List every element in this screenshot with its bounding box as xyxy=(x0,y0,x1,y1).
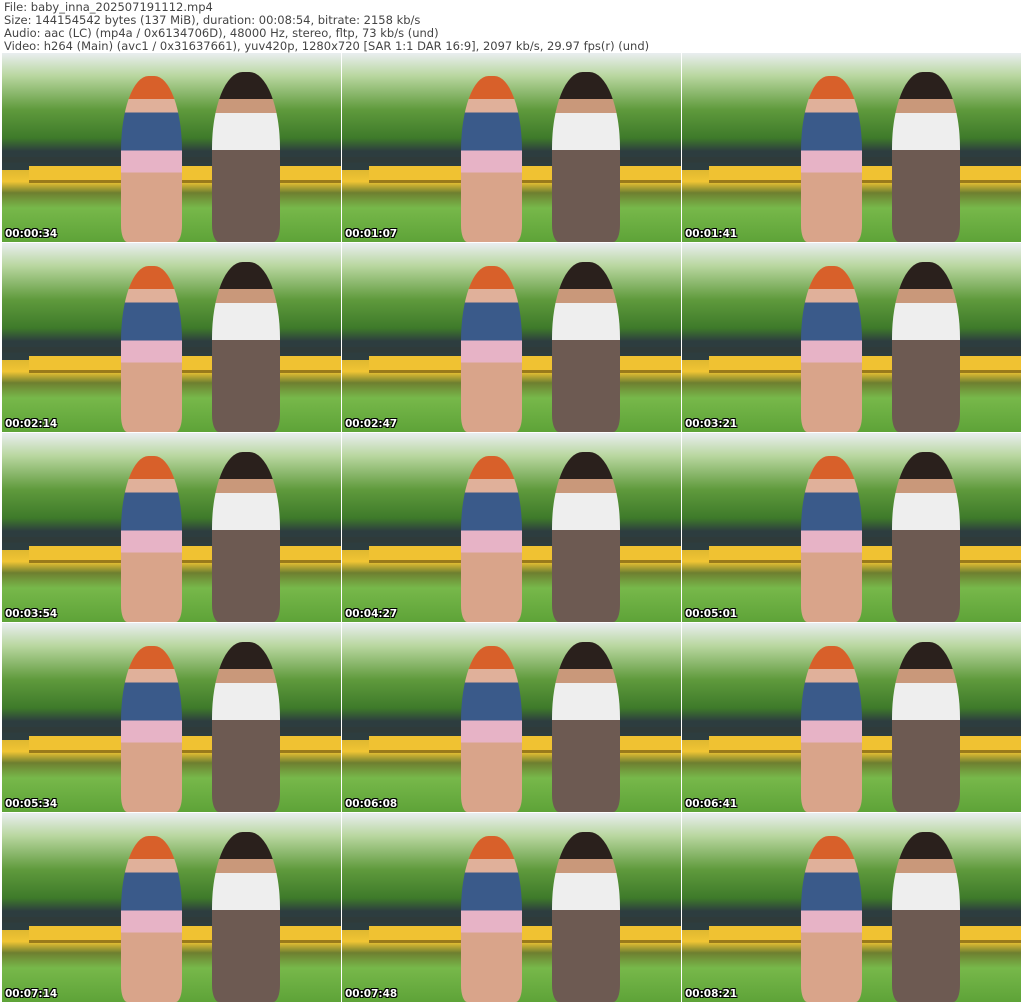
person xyxy=(120,835,182,1002)
person xyxy=(552,451,620,622)
timestamp: 00:03:54 xyxy=(5,608,58,620)
person xyxy=(892,71,960,242)
timestamp: 00:07:14 xyxy=(5,988,58,1000)
timestamp: 00:07:48 xyxy=(345,988,398,1000)
video-thumbnail: 00:04:27 xyxy=(342,433,681,622)
bench xyxy=(709,356,1021,374)
person xyxy=(552,71,620,242)
person xyxy=(800,835,862,1002)
timestamp: 00:08:21 xyxy=(685,988,738,1000)
timestamp: 00:03:21 xyxy=(685,418,738,430)
video-thumbnail: 00:01:41 xyxy=(682,53,1021,242)
video-thumbnail: 00:07:48 xyxy=(342,813,681,1002)
person xyxy=(800,455,862,622)
person xyxy=(212,451,280,622)
person xyxy=(212,71,280,242)
person xyxy=(552,261,620,432)
bench xyxy=(709,736,1021,754)
bench xyxy=(29,926,341,944)
bench xyxy=(369,166,681,184)
timestamp: 00:06:41 xyxy=(685,798,738,810)
timestamp: 00:00:34 xyxy=(5,228,58,240)
video-thumbnail: 00:06:08 xyxy=(342,623,681,812)
person xyxy=(120,265,182,432)
file-info-header: File: baby_inna_202507191112.mp4 Size: 1… xyxy=(4,1,649,53)
video-thumbnail: 00:05:34 xyxy=(2,623,341,812)
bench xyxy=(709,546,1021,564)
bench xyxy=(709,166,1021,184)
person xyxy=(120,75,182,242)
person xyxy=(212,641,280,812)
person xyxy=(892,261,960,432)
person xyxy=(460,835,522,1002)
person xyxy=(800,75,862,242)
bench xyxy=(369,356,681,374)
video-thumbnail: 00:00:34 xyxy=(2,53,341,242)
timestamp: 00:01:07 xyxy=(345,228,398,240)
video-info: Video: h264 (Main) (avc1 / 0x31637661), … xyxy=(4,39,650,53)
timestamp: 00:04:27 xyxy=(345,608,398,620)
video-thumbnail: 00:07:14 xyxy=(2,813,341,1002)
person xyxy=(800,265,862,432)
person xyxy=(552,641,620,812)
person xyxy=(552,831,620,1002)
video-thumbnail: 00:08:21 xyxy=(682,813,1021,1002)
person xyxy=(120,645,182,812)
person xyxy=(460,265,522,432)
bench xyxy=(29,736,341,754)
person xyxy=(800,645,862,812)
person xyxy=(120,455,182,622)
bench xyxy=(29,546,341,564)
video-thumbnail: 00:06:41 xyxy=(682,623,1021,812)
timestamp: 00:05:34 xyxy=(5,798,58,810)
person xyxy=(212,261,280,432)
timestamp: 00:02:14 xyxy=(5,418,58,430)
bench xyxy=(709,926,1021,944)
bench xyxy=(29,356,341,374)
video-thumbnail: 00:02:14 xyxy=(2,243,341,432)
timestamp: 00:05:01 xyxy=(685,608,738,620)
bench xyxy=(369,736,681,754)
bench xyxy=(369,926,681,944)
video-thumbnail: 00:01:07 xyxy=(342,53,681,242)
person xyxy=(460,645,522,812)
timestamp: 00:01:41 xyxy=(685,228,738,240)
bench xyxy=(369,546,681,564)
person xyxy=(460,455,522,622)
video-thumbnail: 00:02:47 xyxy=(342,243,681,432)
timestamp: 00:06:08 xyxy=(345,798,398,810)
person xyxy=(892,451,960,622)
bench xyxy=(29,166,341,184)
person xyxy=(212,831,280,1002)
video-thumbnail: 00:03:21 xyxy=(682,243,1021,432)
person xyxy=(460,75,522,242)
thumbnail-grid: 00:00:34 00:01:07 00:01:41 00:02:14 00:02:47… xyxy=(2,53,1021,1002)
timestamp: 00:02:47 xyxy=(345,418,398,430)
video-thumbnail: 00:03:54 xyxy=(2,433,341,622)
person xyxy=(892,831,960,1002)
person xyxy=(892,641,960,812)
video-thumbnail: 00:05:01 xyxy=(682,433,1021,622)
